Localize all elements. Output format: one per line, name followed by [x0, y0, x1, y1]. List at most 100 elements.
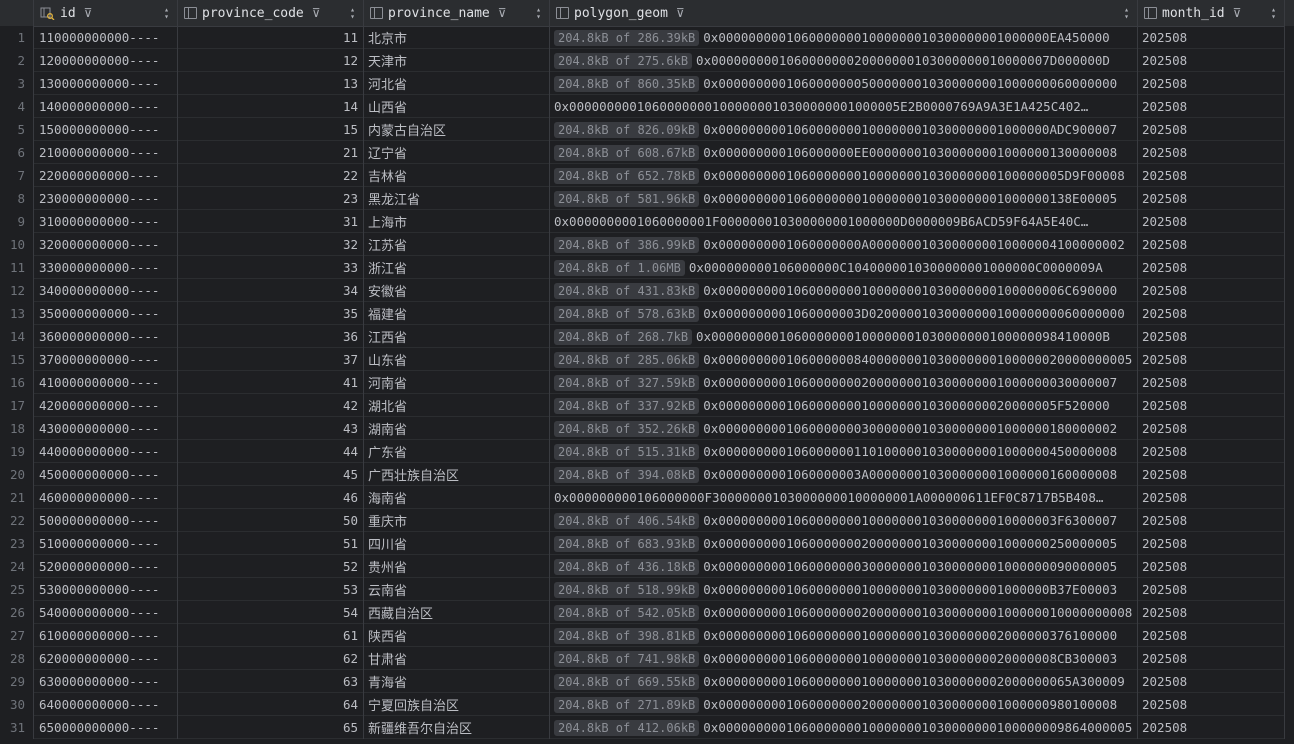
cell-id[interactable]: 120000000000---- — [34, 49, 178, 72]
cell-polygon-geom[interactable]: 204.8kB of 608.67kB 0x000000000106000000E… — [550, 141, 1138, 164]
cell-province-name[interactable]: 辽宁省 — [364, 141, 550, 164]
cell-month-id[interactable]: 202508 — [1138, 118, 1285, 141]
table-row[interactable]: 25 530000000000---- 53 云南省 204.8kB of 518.99… — [0, 578, 1294, 601]
cell-month-id[interactable]: 202508 — [1138, 509, 1285, 532]
sort-arrows-icon[interactable]: ▴ ▾ — [536, 6, 541, 21]
cell-province-name[interactable]: 西藏自治区 — [364, 601, 550, 624]
cell-polygon-geom[interactable]: 204.8kB of 394.08kB 0x0000000001060000003… — [550, 463, 1138, 486]
sort-arrows-icon[interactable]: ▴ ▾ — [350, 6, 355, 21]
table-row[interactable]: 22 500000000000---- 50 重庆市 204.8kB of 406.54… — [0, 509, 1294, 532]
cell-id[interactable]: 460000000000---- — [34, 486, 178, 509]
cell-month-id[interactable]: 202508 — [1138, 256, 1285, 279]
table-row[interactable]: 30 640000000000---- 64 宁夏回族自治区 204.8kB of 27… — [0, 693, 1294, 716]
cell-polygon-geom[interactable]: 0x0000000001060000001F000000010300000001… — [550, 210, 1138, 233]
cell-month-id[interactable]: 202508 — [1138, 371, 1285, 394]
table-row[interactable]: 31 650000000000---- 65 新疆维吾尔自治区 204.8kB of 4… — [0, 716, 1294, 739]
table-row[interactable]: 23 510000000000---- 51 四川省 204.8kB of 683.93… — [0, 532, 1294, 555]
table-row[interactable]: 10 320000000000---- 32 江苏省 204.8kB of 386.99… — [0, 233, 1294, 256]
cell-province-name[interactable]: 海南省 — [364, 486, 550, 509]
cell-polygon-geom[interactable]: 204.8kB of 271.89kB 0x0000000001060000000… — [550, 693, 1138, 716]
table-row[interactable]: 19 440000000000---- 44 广东省 204.8kB of 515.31… — [0, 440, 1294, 463]
cell-province-name[interactable]: 内蒙古自治区 — [364, 118, 550, 141]
cell-id[interactable]: 410000000000---- — [34, 371, 178, 394]
cell-province-name[interactable]: 黑龙江省 — [364, 187, 550, 210]
cell-polygon-geom[interactable]: 0x000000000106000000F3000000010300000001… — [550, 486, 1138, 509]
cell-id[interactable]: 610000000000---- — [34, 624, 178, 647]
cell-polygon-geom[interactable]: 204.8kB of 412.06kB 0x0000000001060000000… — [550, 716, 1138, 739]
cell-polygon-geom[interactable]: 204.8kB of 436.18kB 0x0000000001060000000… — [550, 555, 1138, 578]
cell-month-id[interactable]: 202508 — [1138, 187, 1285, 210]
table-row[interactable]: 1 110000000000---- 11 北京市 204.8kB of 286.39k… — [0, 26, 1294, 49]
table-row[interactable]: 2 120000000000---- 12 天津市 204.8kB of 275.6kB… — [0, 49, 1294, 72]
table-row[interactable]: 5 150000000000---- 15 内蒙古自治区 204.8kB of 826.… — [0, 118, 1294, 141]
cell-province-name[interactable]: 北京市 — [364, 26, 550, 49]
cell-polygon-geom[interactable]: 204.8kB of 515.31kB 0x0000000001060000001… — [550, 440, 1138, 463]
cell-province-code[interactable]: 34 — [178, 279, 364, 302]
column-header-month-id[interactable]: month_id ⊽ ▴ ▾ — [1138, 0, 1285, 26]
cell-month-id[interactable]: 202508 — [1138, 417, 1285, 440]
cell-polygon-geom[interactable]: 204.8kB of 1.06MB 0x000000000106000000C10… — [550, 256, 1138, 279]
cell-id[interactable]: 210000000000---- — [34, 141, 178, 164]
cell-id[interactable]: 320000000000---- — [34, 233, 178, 256]
cell-province-name[interactable]: 江苏省 — [364, 233, 550, 256]
cell-province-name[interactable]: 陕西省 — [364, 624, 550, 647]
sort-arrows-icon[interactable]: ▴ ▾ — [164, 6, 169, 21]
cell-month-id[interactable]: 202508 — [1138, 233, 1285, 256]
cell-month-id[interactable]: 202508 — [1138, 486, 1285, 509]
cell-province-name[interactable]: 广西壮族自治区 — [364, 463, 550, 486]
table-row[interactable]: 28 620000000000---- 62 甘肃省 204.8kB of 741.98… — [0, 647, 1294, 670]
cell-month-id[interactable]: 202508 — [1138, 624, 1285, 647]
cell-polygon-geom[interactable]: 0x00000000010600000001000000010300000001… — [550, 95, 1138, 118]
cell-province-code[interactable]: 64 — [178, 693, 364, 716]
cell-province-name[interactable]: 浙江省 — [364, 256, 550, 279]
cell-month-id[interactable]: 202508 — [1138, 348, 1285, 371]
cell-id[interactable]: 140000000000---- — [34, 95, 178, 118]
table-row[interactable]: 12 340000000000---- 34 安徽省 204.8kB of 431.83… — [0, 279, 1294, 302]
filter-icon[interactable]: ⊽ — [1233, 6, 1242, 20]
table-row[interactable]: 15 370000000000---- 37 山东省 204.8kB of 285.06… — [0, 348, 1294, 371]
table-row[interactable]: 16 410000000000---- 41 河南省 204.8kB of 327.59… — [0, 371, 1294, 394]
cell-province-name[interactable]: 安徽省 — [364, 279, 550, 302]
table-row[interactable]: 17 420000000000---- 42 湖北省 204.8kB of 337.92… — [0, 394, 1294, 417]
cell-month-id[interactable]: 202508 — [1138, 210, 1285, 233]
cell-month-id[interactable]: 202508 — [1138, 325, 1285, 348]
cell-province-name[interactable]: 贵州省 — [364, 555, 550, 578]
cell-month-id[interactable]: 202508 — [1138, 532, 1285, 555]
cell-province-name[interactable]: 江西省 — [364, 325, 550, 348]
cell-province-code[interactable]: 12 — [178, 49, 364, 72]
cell-polygon-geom[interactable]: 204.8kB of 337.92kB 0x0000000001060000000… — [550, 394, 1138, 417]
cell-month-id[interactable]: 202508 — [1138, 279, 1285, 302]
cell-province-code[interactable]: 53 — [178, 578, 364, 601]
cell-month-id[interactable]: 202508 — [1138, 141, 1285, 164]
cell-id[interactable]: 650000000000---- — [34, 716, 178, 739]
cell-id[interactable]: 220000000000---- — [34, 164, 178, 187]
cell-province-name[interactable]: 福建省 — [364, 302, 550, 325]
cell-province-code[interactable]: 31 — [178, 210, 364, 233]
cell-month-id[interactable]: 202508 — [1138, 716, 1285, 739]
cell-province-code[interactable]: 62 — [178, 647, 364, 670]
filter-icon[interactable]: ⊽ — [498, 6, 507, 20]
cell-polygon-geom[interactable]: 204.8kB of 352.26kB 0x0000000001060000000… — [550, 417, 1138, 440]
cell-polygon-geom[interactable]: 204.8kB of 826.09kB 0x0000000001060000000… — [550, 118, 1138, 141]
cell-province-code[interactable]: 65 — [178, 716, 364, 739]
cell-month-id[interactable]: 202508 — [1138, 578, 1285, 601]
cell-province-code[interactable]: 23 — [178, 187, 364, 210]
cell-id[interactable]: 370000000000---- — [34, 348, 178, 371]
table-row[interactable]: 18 430000000000---- 43 湖南省 204.8kB of 352.26… — [0, 417, 1294, 440]
cell-province-code[interactable]: 41 — [178, 371, 364, 394]
table-row[interactable]: 14 360000000000---- 36 江西省 204.8kB of 268.7k… — [0, 325, 1294, 348]
column-header-province-code[interactable]: province_code ⊽ ▴ ▾ — [178, 0, 364, 26]
cell-month-id[interactable]: 202508 — [1138, 394, 1285, 417]
cell-polygon-geom[interactable]: 204.8kB of 669.55kB 0x0000000001060000000… — [550, 670, 1138, 693]
cell-id[interactable]: 510000000000---- — [34, 532, 178, 555]
cell-id[interactable]: 430000000000---- — [34, 417, 178, 440]
cell-province-code[interactable]: 21 — [178, 141, 364, 164]
cell-id[interactable]: 500000000000---- — [34, 509, 178, 532]
filter-icon[interactable]: ⊽ — [312, 6, 321, 20]
cell-polygon-geom[interactable]: 204.8kB of 518.99kB 0x0000000001060000000… — [550, 578, 1138, 601]
cell-province-code[interactable]: 22 — [178, 164, 364, 187]
cell-province-name[interactable]: 重庆市 — [364, 509, 550, 532]
cell-province-code[interactable]: 32 — [178, 233, 364, 256]
cell-province-name[interactable]: 青海省 — [364, 670, 550, 693]
cell-polygon-geom[interactable]: 204.8kB of 683.93kB 0x0000000001060000000… — [550, 532, 1138, 555]
